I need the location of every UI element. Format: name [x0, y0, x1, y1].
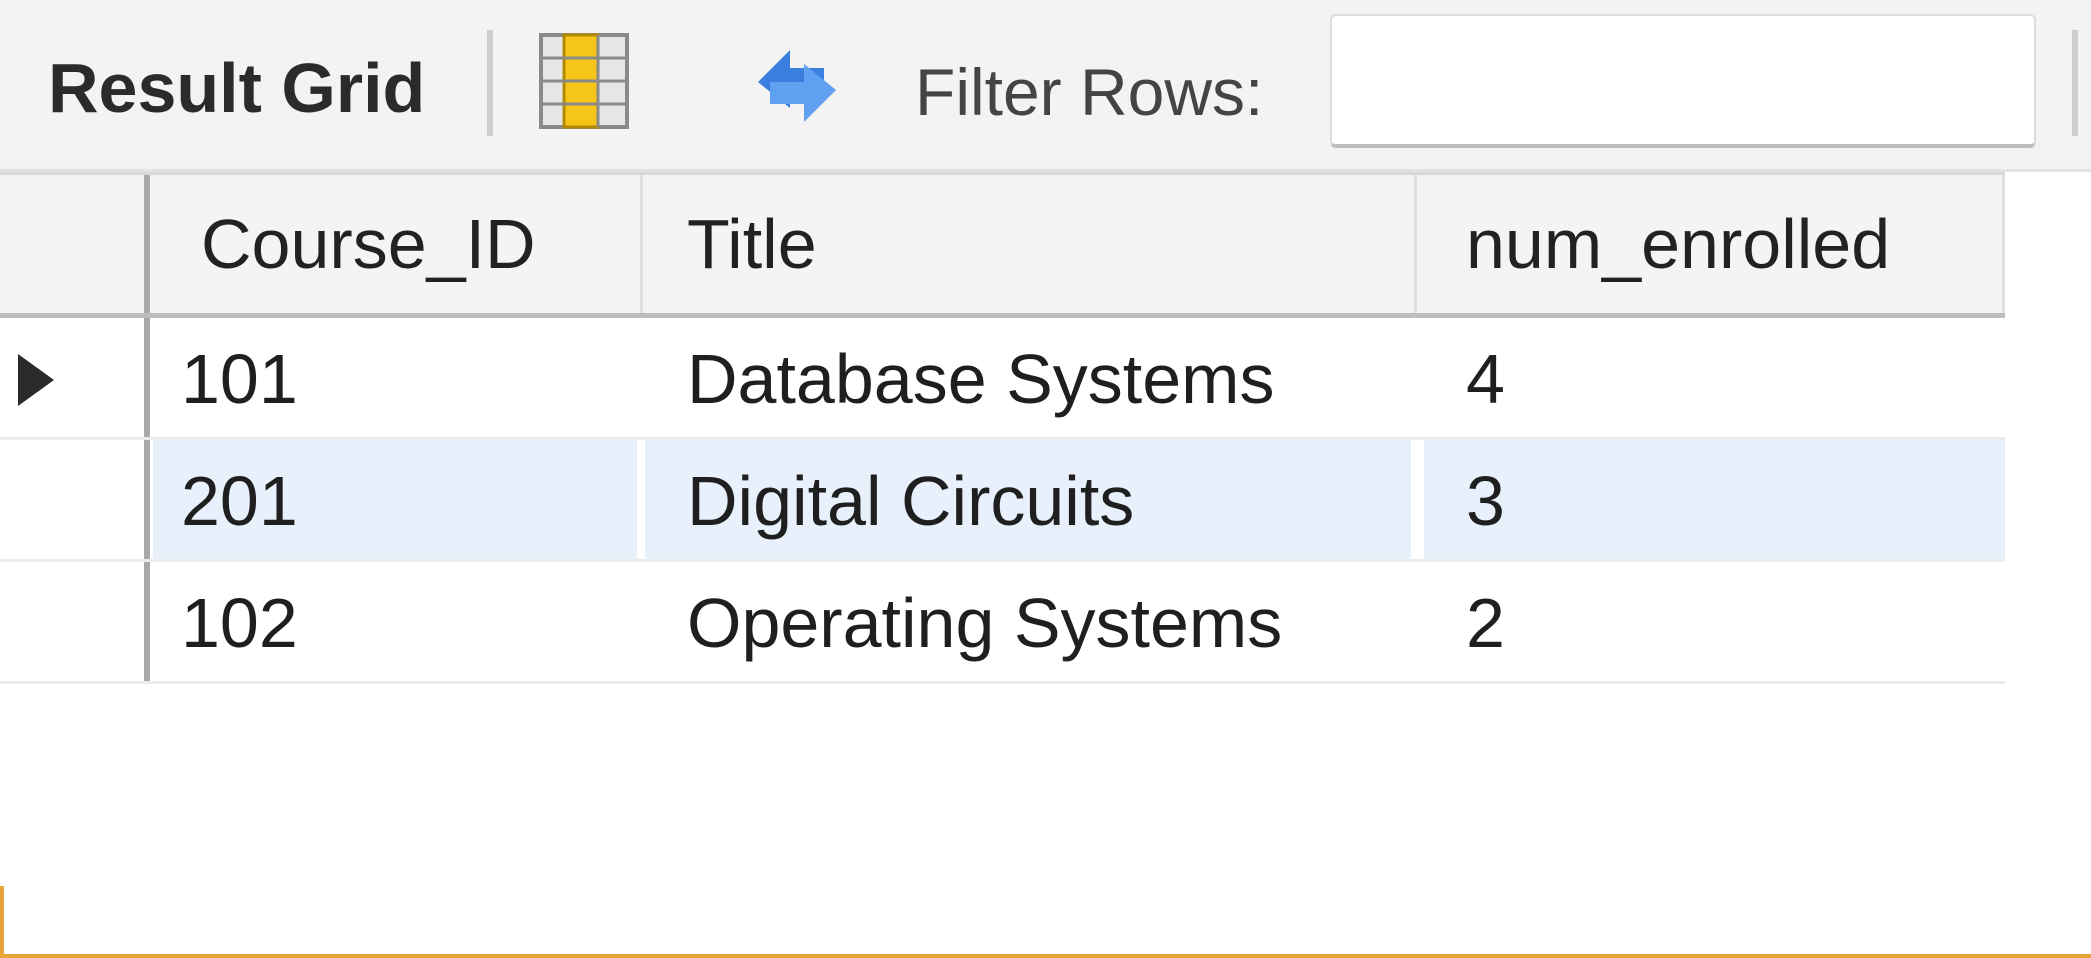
filter-rows-input[interactable]	[1330, 14, 2036, 148]
current-row-arrow-icon	[18, 354, 54, 406]
cell-course-id[interactable]: 102	[153, 562, 643, 681]
cell-title[interactable]: Operating Systems	[645, 562, 1417, 681]
column-header-num-enrolled[interactable]: num_enrolled	[1424, 175, 2005, 313]
cell-num-enrolled[interactable]: 4	[1424, 318, 2005, 437]
result-table: Course_ID Title num_enrolled 101 Databas…	[0, 172, 2005, 684]
cell-course-id[interactable]: 101	[153, 318, 643, 437]
cell-num-enrolled[interactable]: 2	[1424, 562, 2005, 681]
table-row[interactable]: 102 Operating Systems 2	[0, 562, 2005, 684]
panel-left-border	[0, 886, 4, 958]
cell-title[interactable]: Database Systems	[645, 318, 1417, 437]
cell-title[interactable]: Digital Circuits	[645, 440, 1417, 559]
row-selector-header[interactable]	[0, 175, 150, 313]
refresh-icon[interactable]	[738, 38, 856, 134]
cell-course-id[interactable]: 201	[153, 440, 643, 559]
table-header-row: Course_ID Title num_enrolled	[0, 172, 2005, 318]
toolbar-separator	[487, 30, 493, 136]
filter-rows-label: Filter Rows:	[915, 55, 1264, 129]
form-grid-icon[interactable]	[538, 32, 630, 130]
result-grid-title: Result Grid	[48, 49, 426, 127]
row-selector[interactable]	[0, 318, 150, 437]
row-selector[interactable]	[0, 562, 150, 681]
panel-bottom-border	[0, 954, 2091, 958]
column-header-course-id[interactable]: Course_ID	[153, 175, 643, 313]
result-grid-panel: Result Grid Filter Rows: Course_ID Title…	[0, 0, 2091, 958]
table-row[interactable]: 101 Database Systems 4	[0, 318, 2005, 440]
cell-num-enrolled[interactable]: 3	[1424, 440, 2005, 559]
row-selector[interactable]	[0, 440, 150, 559]
column-header-title[interactable]: Title	[645, 175, 1417, 313]
result-grid-toolbar: Result Grid Filter Rows:	[0, 0, 2091, 172]
toolbar-separator	[2072, 30, 2078, 136]
table-row[interactable]: 201 Digital Circuits 3	[0, 440, 2005, 562]
